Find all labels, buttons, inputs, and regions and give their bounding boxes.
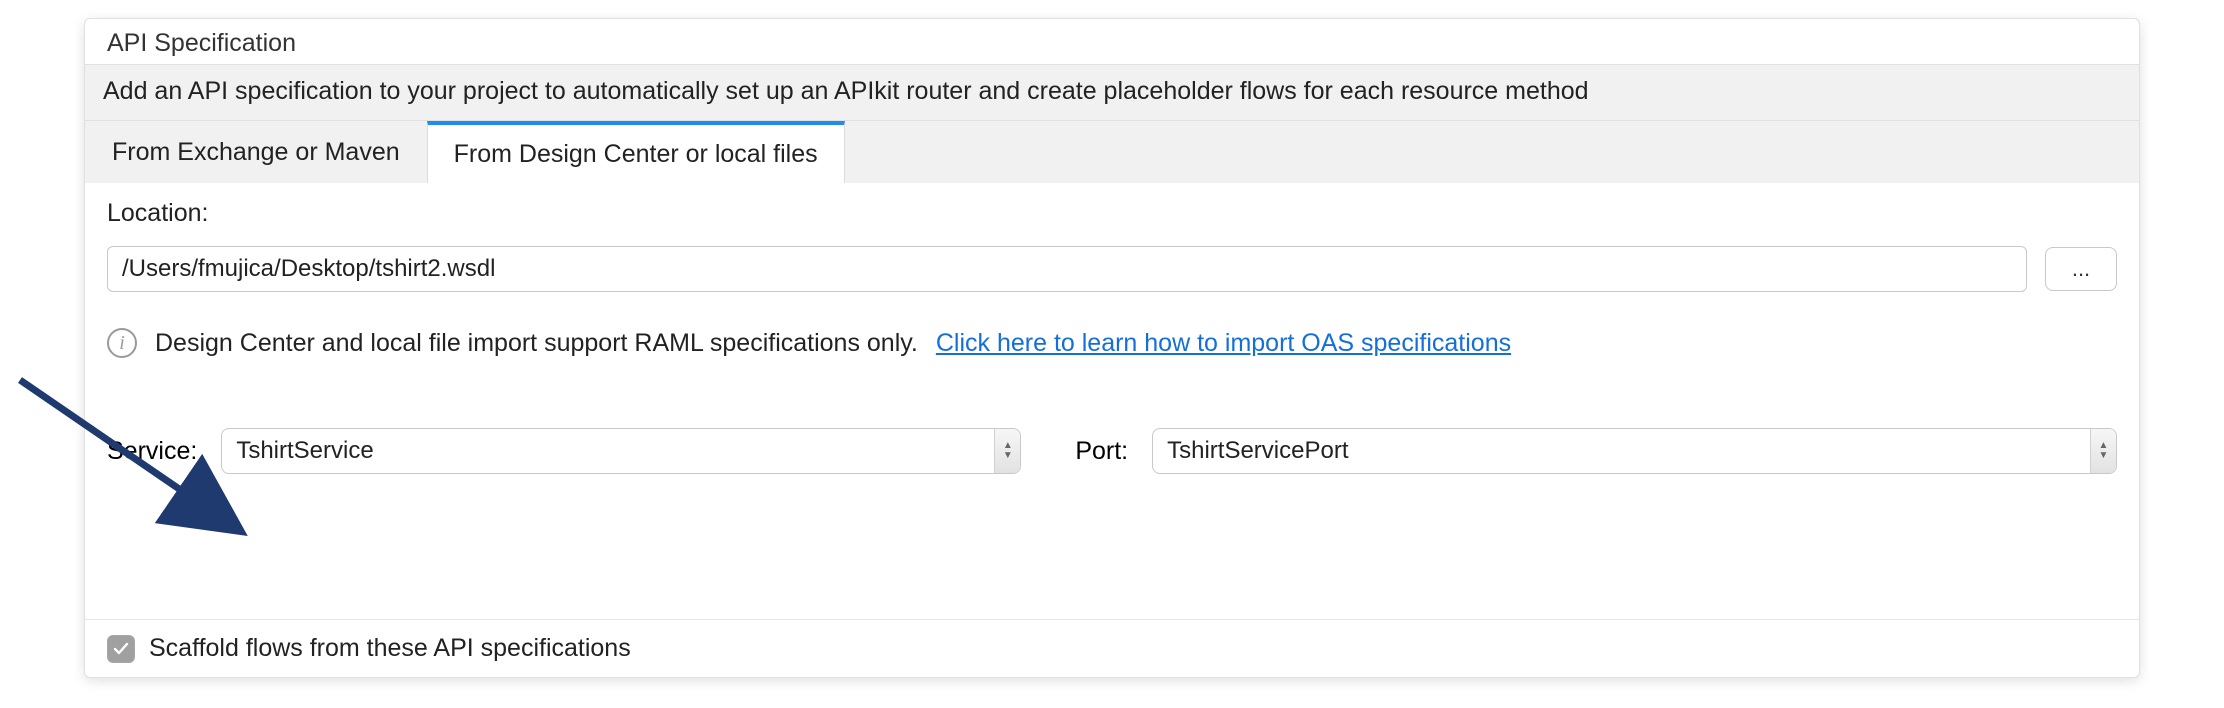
section-title: API Specification (85, 19, 2139, 64)
location-row: ... (107, 246, 2117, 292)
service-select-wrap: ▲▼ (221, 428, 1021, 474)
tab-design-center-or-local[interactable]: From Design Center or local files (427, 121, 845, 183)
location-label: Location: (107, 199, 2117, 228)
scaffold-checkbox[interactable] (107, 635, 135, 663)
check-icon (113, 641, 129, 657)
tab-body: Location: ... i Design Center and local … (85, 183, 2139, 496)
service-port-row: Service: ▲▼ Port: ▲▼ (107, 428, 2117, 474)
port-label: Port: (1075, 437, 1128, 466)
oas-import-link[interactable]: Click here to learn how to import OAS sp… (936, 329, 1511, 358)
tabs: From Exchange or Maven From Design Cente… (85, 121, 2139, 183)
service-select[interactable] (221, 428, 1021, 474)
section-description: Add an API specification to your project… (85, 64, 2139, 121)
browse-button[interactable]: ... (2045, 247, 2117, 291)
footer: Scaffold flows from these API specificat… (85, 619, 2139, 677)
port-select-wrap: ▲▼ (1152, 428, 2117, 474)
info-text: Design Center and local file import supp… (155, 329, 918, 358)
info-row: i Design Center and local file import su… (107, 328, 2117, 358)
location-input[interactable] (107, 246, 2027, 292)
service-label: Service: (107, 437, 197, 466)
api-spec-panel: API Specification Add an API specificati… (84, 18, 2140, 678)
port-select[interactable] (1152, 428, 2117, 474)
tab-exchange-or-maven[interactable]: From Exchange or Maven (85, 121, 427, 183)
scaffold-label: Scaffold flows from these API specificat… (149, 634, 631, 663)
info-icon: i (107, 328, 137, 358)
